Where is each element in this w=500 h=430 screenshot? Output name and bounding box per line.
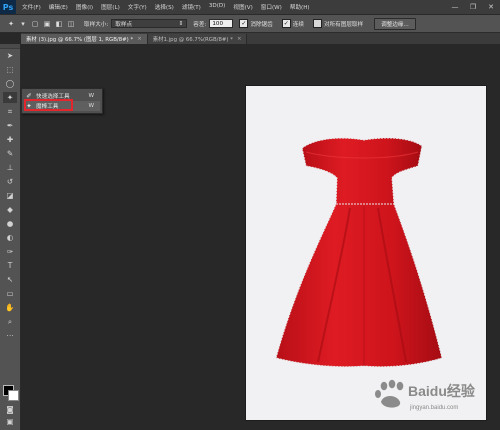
- type-tool-icon[interactable]: T: [3, 260, 17, 271]
- watermark-subtext: jingyan.baidu.com: [409, 405, 458, 411]
- move-tool-icon[interactable]: ➤: [3, 50, 17, 61]
- healing-brush-tool-icon[interactable]: ✚: [3, 134, 17, 145]
- pen-tool-icon[interactable]: ✑: [3, 246, 17, 257]
- more-tools-icon[interactable]: ⋯: [3, 330, 17, 341]
- options-bar: ✦ ▾ ▢ ▣ ◧ ◫ 取样大小: 取样点 ⇕ 容差: 100 ✓ 消除锯齿 ✓…: [0, 15, 500, 33]
- refine-edge-button[interactable]: 调整边缘...: [374, 17, 416, 30]
- anti-alias-label: 消除锯齿: [250, 21, 273, 28]
- minimize-button[interactable]: —: [446, 0, 464, 14]
- sample-all-layers-checkbox[interactable]: [312, 19, 322, 28]
- menu-type[interactable]: 文字(Y): [128, 3, 147, 11]
- zoom-tool-icon[interactable]: ⌕: [3, 316, 17, 327]
- menu-help[interactable]: 帮助(H): [290, 3, 310, 11]
- lasso-tool-icon[interactable]: ◯: [3, 78, 17, 89]
- window-controls: — ❐ ✕: [446, 0, 500, 14]
- anti-alias-checkbox[interactable]: ✓: [239, 19, 249, 28]
- contiguous-checkbox[interactable]: ✓: [281, 19, 291, 28]
- hand-tool-icon[interactable]: ✋: [3, 302, 17, 313]
- sample-size-select[interactable]: 取样点 ⇕: [111, 19, 188, 28]
- brush-tool-icon[interactable]: ✎: [3, 148, 17, 159]
- menu-select[interactable]: 选择(S): [155, 3, 174, 11]
- paint-bucket-tool-icon[interactable]: ◆: [3, 204, 17, 215]
- quick-mask-icon[interactable]: ◙: [3, 404, 17, 415]
- menu-image[interactable]: 图像(I): [76, 3, 93, 11]
- tab-label: 素材 (3).jpg @ 66.7% (图层 1, RGB/8#) *: [26, 37, 134, 43]
- tab-label: 素材1.jpg @ 66.7%(RGB/8#) *: [152, 37, 233, 43]
- dodge-tool-icon[interactable]: ◐: [3, 232, 17, 243]
- history-brush-tool-icon[interactable]: ↺: [3, 176, 17, 187]
- tab-document-1[interactable]: 素材 (3).jpg @ 66.7% (图层 1, RGB/8#) * ×: [21, 34, 148, 44]
- tab-document-2[interactable]: 素材1.jpg @ 66.7%(RGB/8#) * ×: [147, 34, 248, 44]
- contiguous-label: 连续: [292, 21, 304, 28]
- close-tab-icon[interactable]: ×: [137, 36, 142, 42]
- magic-wand-tool-icon[interactable]: ✦: [6, 19, 16, 29]
- tolerance-label: 容差:: [193, 21, 207, 28]
- baidu-watermark: Baidu经验 jingyan.baidu.com: [370, 372, 490, 418]
- path-selection-tool-icon[interactable]: ↖: [3, 274, 17, 285]
- new-selection-icon[interactable]: ▢: [30, 19, 40, 29]
- tool-preset-dropdown-icon[interactable]: ▾: [18, 19, 28, 29]
- intersect-selection-icon[interactable]: ◫: [66, 19, 76, 29]
- clone-stamp-tool-icon[interactable]: ⊥: [3, 162, 17, 173]
- close-tab-icon[interactable]: ×: [237, 36, 242, 42]
- menu-3d[interactable]: 3D(D): [209, 3, 226, 11]
- crop-tool-icon[interactable]: ⌗: [3, 106, 17, 117]
- sample-size-value: 取样点: [115, 21, 133, 28]
- menu-layer[interactable]: 图层(L): [101, 3, 120, 11]
- eyedropper-tool-icon[interactable]: ✒: [3, 120, 17, 131]
- restore-button[interactable]: ❐: [464, 0, 482, 14]
- watermark-text: Baidu经验: [408, 383, 476, 399]
- shortcut-key: W: [88, 93, 94, 99]
- subtract-from-selection-icon[interactable]: ◧: [54, 19, 64, 29]
- main-menu: 文件(F) 编辑(E) 图像(I) 图层(L) 文字(Y) 选择(S) 滤镜(T…: [22, 3, 318, 11]
- menu-edit[interactable]: 编辑(E): [49, 3, 68, 11]
- screen-mode-icon[interactable]: ▣: [3, 416, 17, 427]
- background-color-swatch[interactable]: [8, 390, 19, 401]
- document-tab-bar: 素材 (3).jpg @ 66.7% (图层 1, RGB/8#) * × 素材…: [21, 33, 500, 44]
- shape-tool-icon[interactable]: ▭: [3, 288, 17, 299]
- menu-view[interactable]: 视图(V): [233, 3, 252, 11]
- blur-tool-icon[interactable]: ●: [3, 218, 17, 229]
- marquee-tool-icon[interactable]: ⬚: [3, 64, 17, 75]
- baidu-paw-logo: Baidu经验 jingyan.baidu.com: [375, 379, 476, 411]
- chevron-down-icon: ⇕: [178, 20, 184, 27]
- menu-file[interactable]: 文件(F): [22, 3, 41, 11]
- red-dress-image: [275, 137, 443, 368]
- menu-bar: Ps 文件(F) 编辑(E) 图像(I) 图层(L) 文字(Y) 选择(S) 滤…: [0, 0, 500, 15]
- photoshop-logo: Ps: [0, 0, 16, 14]
- document-canvas[interactable]: [246, 86, 486, 420]
- highlight-annotation-box: [24, 99, 73, 111]
- shortcut-key: W: [88, 103, 94, 109]
- panel-grip[interactable]: [0, 44, 20, 49]
- tolerance-input[interactable]: 100: [209, 19, 234, 28]
- sample-all-layers-label: 对所有图层取样: [323, 21, 364, 28]
- add-to-selection-icon[interactable]: ▣: [42, 19, 52, 29]
- tools-panel: ➤ ⬚ ◯ ✦ ⌗ ✒ ✚ ✎ ⊥ ↺ ◪ ◆ ● ◐ ✑ T ↖ ▭ ✋ ⌕ …: [0, 44, 21, 430]
- close-button[interactable]: ✕: [482, 0, 500, 14]
- eraser-tool-icon[interactable]: ◪: [3, 190, 17, 201]
- magic-wand-tool-icon[interactable]: ✦: [3, 92, 17, 103]
- sample-size-label: 取样大小:: [84, 21, 109, 28]
- menu-filter[interactable]: 滤镜(T): [182, 3, 201, 11]
- menu-window[interactable]: 窗口(W): [261, 3, 282, 11]
